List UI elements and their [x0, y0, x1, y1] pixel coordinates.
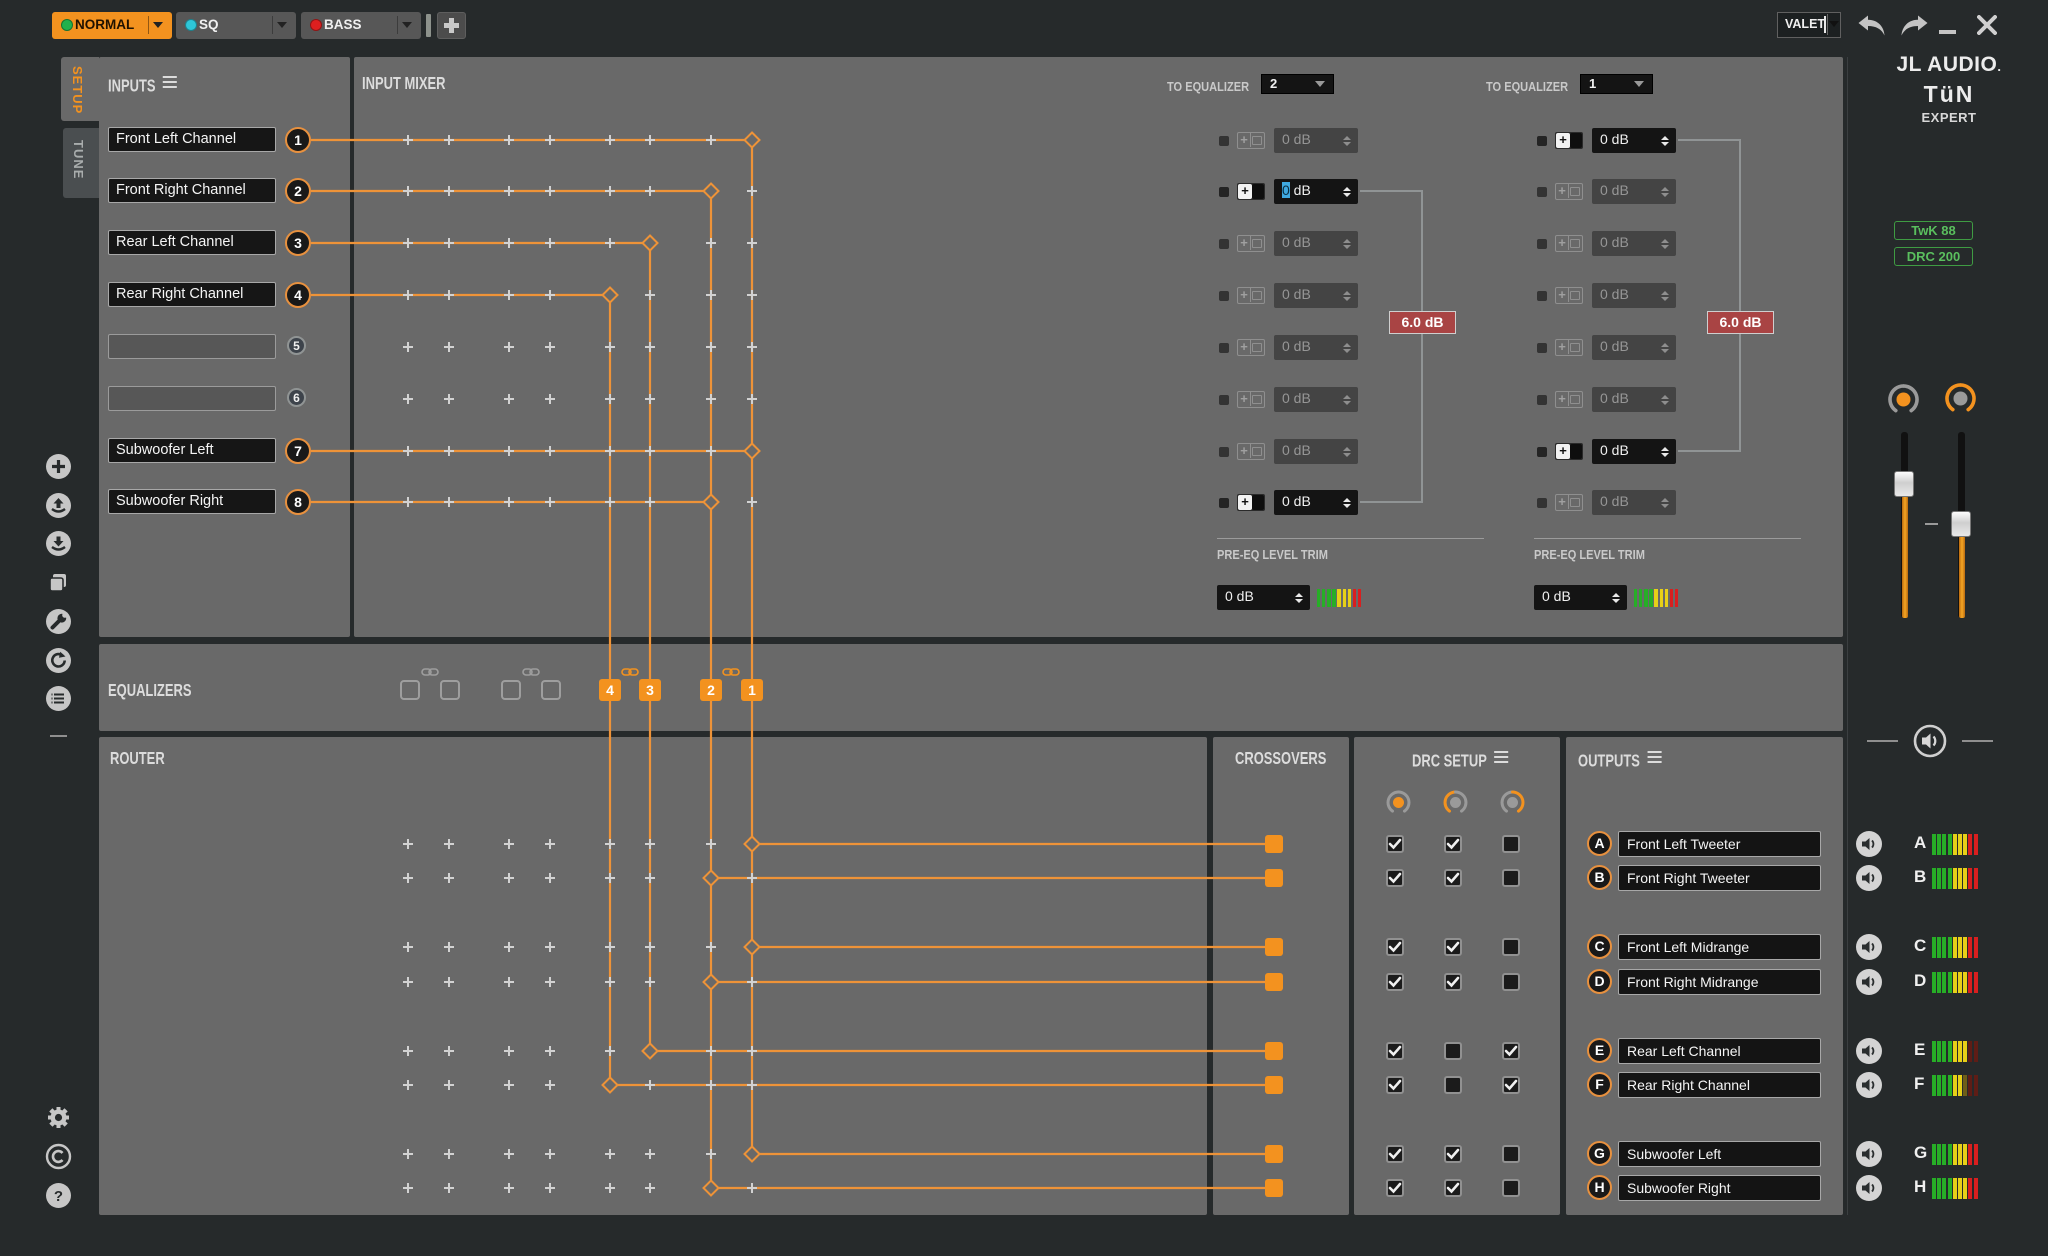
svg-text:?: ?: [54, 1188, 63, 1205]
